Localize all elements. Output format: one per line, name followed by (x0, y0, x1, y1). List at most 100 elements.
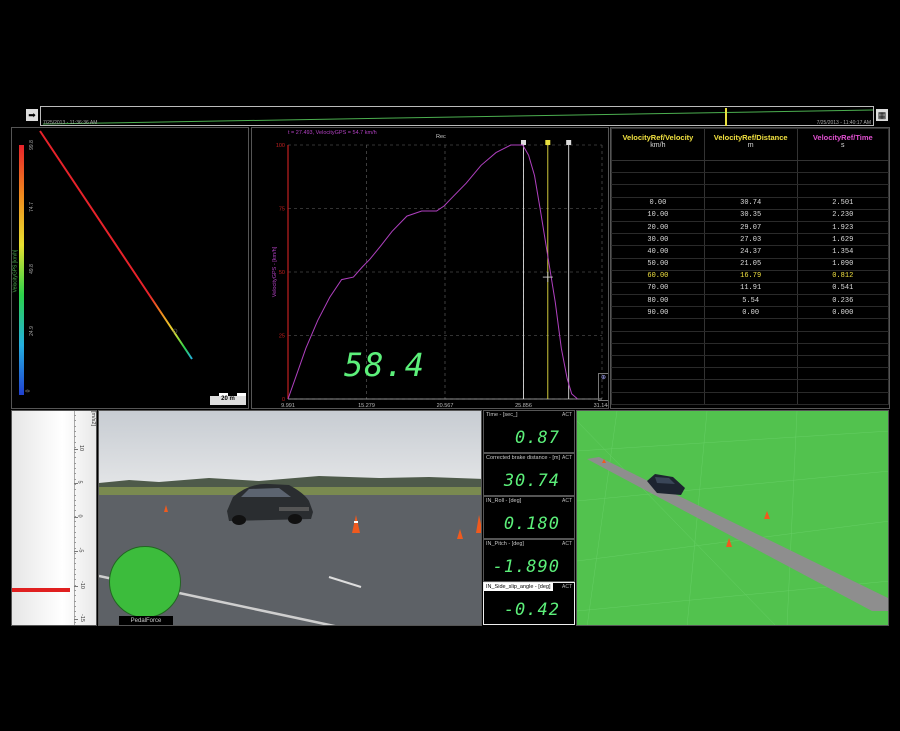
gauge-minor-tick (74, 589, 76, 591)
readout-act: ACT (562, 584, 572, 590)
table-cell (796, 379, 889, 393)
table-row[interactable] (611, 184, 889, 198)
readout-panel[interactable]: IN_Side_slip_angle - [deg] ACT -0.42 (483, 582, 575, 625)
table-cell: 50.00 (611, 258, 705, 271)
table-cell (796, 392, 889, 405)
table-row[interactable] (611, 343, 889, 357)
table-column-header[interactable]: VelocityRef/Distance m (703, 128, 798, 161)
gauge-minor-tick (74, 595, 76, 597)
table-cell (796, 343, 889, 357)
table-cell: 0.541 (796, 282, 889, 296)
table-cell: 24.37 (703, 245, 798, 259)
gauge-minor-tick (74, 515, 76, 517)
table-row[interactable] (611, 331, 889, 344)
table-row[interactable] (611, 367, 889, 381)
gauge-minor-tick (74, 600, 76, 602)
readout-panel[interactable]: IN_Roll - [deg] ACT 0.180 (483, 496, 575, 539)
gauge-minor-tick (74, 494, 76, 496)
table-cell: 11.91 (703, 282, 798, 296)
table-row[interactable]: 0.00 30.74 2.501 (611, 197, 889, 210)
gauge-minor-tick (74, 441, 76, 443)
velocity-chart[interactable]: 9.991 15.279 20.567 25.856 31.144 0 25 50 75 100 V… (252, 128, 609, 409)
table-row[interactable] (611, 172, 889, 186)
table-cell: 2.230 (796, 209, 889, 222)
table-cell: 1.090 (796, 258, 889, 271)
arrow-right-icon: ➡ (28, 110, 36, 120)
velocity-table-panel[interactable]: VelocityRef/Velocity km/h VelocityRef/Dist… (610, 127, 890, 409)
table-row[interactable] (611, 160, 889, 174)
column-unit: km/h (650, 142, 666, 149)
velocity-chart-panel[interactable]: t = 27.493, VelocityGPS = 54.7 km/h Rec … (251, 127, 609, 409)
table-cell: 0.236 (796, 294, 889, 308)
table-row[interactable]: 70.00 11.91 0.541 (611, 282, 889, 296)
gauge-minor-tick (74, 579, 76, 581)
gauge-divider (74, 411, 75, 625)
table-row[interactable]: 20.00 29.07 1.923 (611, 221, 889, 235)
timeline-track (42, 108, 874, 126)
accel-gauge-panel[interactable]: [m/s2] 10 5 0 -5 -10 -15 (11, 410, 97, 626)
table-row[interactable] (611, 379, 889, 393)
timeline-cursor[interactable] (725, 108, 727, 126)
table-row[interactable]: 40.00 24.37 1.354 (611, 245, 889, 259)
chart-zoom-control[interactable]: ⊕ (598, 373, 608, 401)
table-cell (796, 160, 889, 174)
gauge-tick: 10 (78, 444, 85, 452)
readout-value: 30.74 (503, 471, 560, 491)
readout-panel[interactable]: Time - [sec_] ACT 0.87 (483, 410, 575, 453)
gauge-minor-tick (74, 574, 76, 575)
table-column-header[interactable]: VelocityRef/Time s (796, 128, 889, 161)
scene-3d-panel[interactable] (576, 410, 889, 626)
table-row[interactable]: 80.00 5.54 0.236 (611, 294, 889, 308)
gauge-minor-tick (74, 468, 76, 469)
gauge-minor-tick (74, 536, 76, 538)
gauge-tick-mark (74, 449, 78, 450)
scene-3d (577, 411, 888, 625)
readout-panel[interactable]: IN_Pitch - [deg] ACT -1.890 (483, 539, 575, 582)
video-panel[interactable]: PedalForce (98, 410, 482, 626)
y-tick-label: 75 (279, 207, 285, 213)
cursor-handle (521, 140, 527, 145)
table-row[interactable]: 10.00 30.35 2.230 (611, 209, 889, 222)
table-cell (703, 343, 798, 357)
table-row[interactable] (611, 355, 889, 369)
gauge-minor-tick (74, 526, 76, 528)
table-cell (796, 172, 889, 186)
gauge-tick-mark (74, 586, 78, 587)
table-column-header[interactable]: VelocityRef/Velocity km/h (611, 128, 705, 161)
table-row[interactable] (611, 392, 889, 405)
gauge-minor-tick (74, 542, 76, 544)
timeline-calendar-button[interactable]: ▦ (876, 109, 888, 121)
table-cell: 10.00 (611, 209, 705, 222)
table-cell (611, 318, 705, 332)
table-row[interactable] (611, 318, 889, 332)
table-row[interactable]: 30.00 27.03 1.629 (611, 233, 889, 247)
readout-panel[interactable]: Corrected brake distance - [m] ACT 30.74 (483, 453, 575, 496)
y-tick-label: 25 (279, 334, 285, 340)
table-cell: 0.812 (796, 270, 889, 283)
gauge-minor-tick (74, 452, 76, 454)
gauge-minor-tick (74, 446, 76, 448)
table-cell (611, 355, 705, 369)
table-row[interactable]: 50.00 21.05 1.090 (611, 258, 889, 271)
gauge-minor-tick (74, 531, 76, 533)
table-cell: 30.00 (611, 233, 705, 247)
table-cell: 1.354 (796, 245, 889, 259)
y-tick-label: 0 (282, 397, 285, 403)
track-map-panel[interactable]: 99.8 74.7 49.8 24.9 0 VelocityGPS [km/h]… (11, 127, 249, 409)
table-cell: 21.05 (703, 258, 798, 271)
table-cell: 29.07 (703, 221, 798, 235)
gauge-minor-tick (74, 478, 76, 480)
pedal-force-indicator (109, 546, 181, 618)
velocity-table: VelocityRef/Velocity km/h VelocityRef/Dist… (611, 128, 889, 405)
gauge-minor-tick (74, 521, 76, 522)
timeline-bar[interactable]: 7/25/2013 - 11:36:36 AM 7/25/2013 - 11:4… (40, 106, 874, 126)
table-cell (703, 367, 798, 381)
gauge-minor-tick (74, 499, 76, 501)
column-title: VelocityRef/Velocity (622, 133, 694, 142)
table-row[interactable]: 60.00 16.79 0.812 (611, 270, 889, 283)
gauge-minor-tick (74, 415, 76, 416)
table-row[interactable]: 90.00 0.00 0.000 (611, 306, 889, 320)
timeline-back-button[interactable]: ➡ (26, 109, 38, 121)
table-cell: 70.00 (611, 282, 705, 296)
column-title: VelocityRef/Time (812, 133, 873, 142)
